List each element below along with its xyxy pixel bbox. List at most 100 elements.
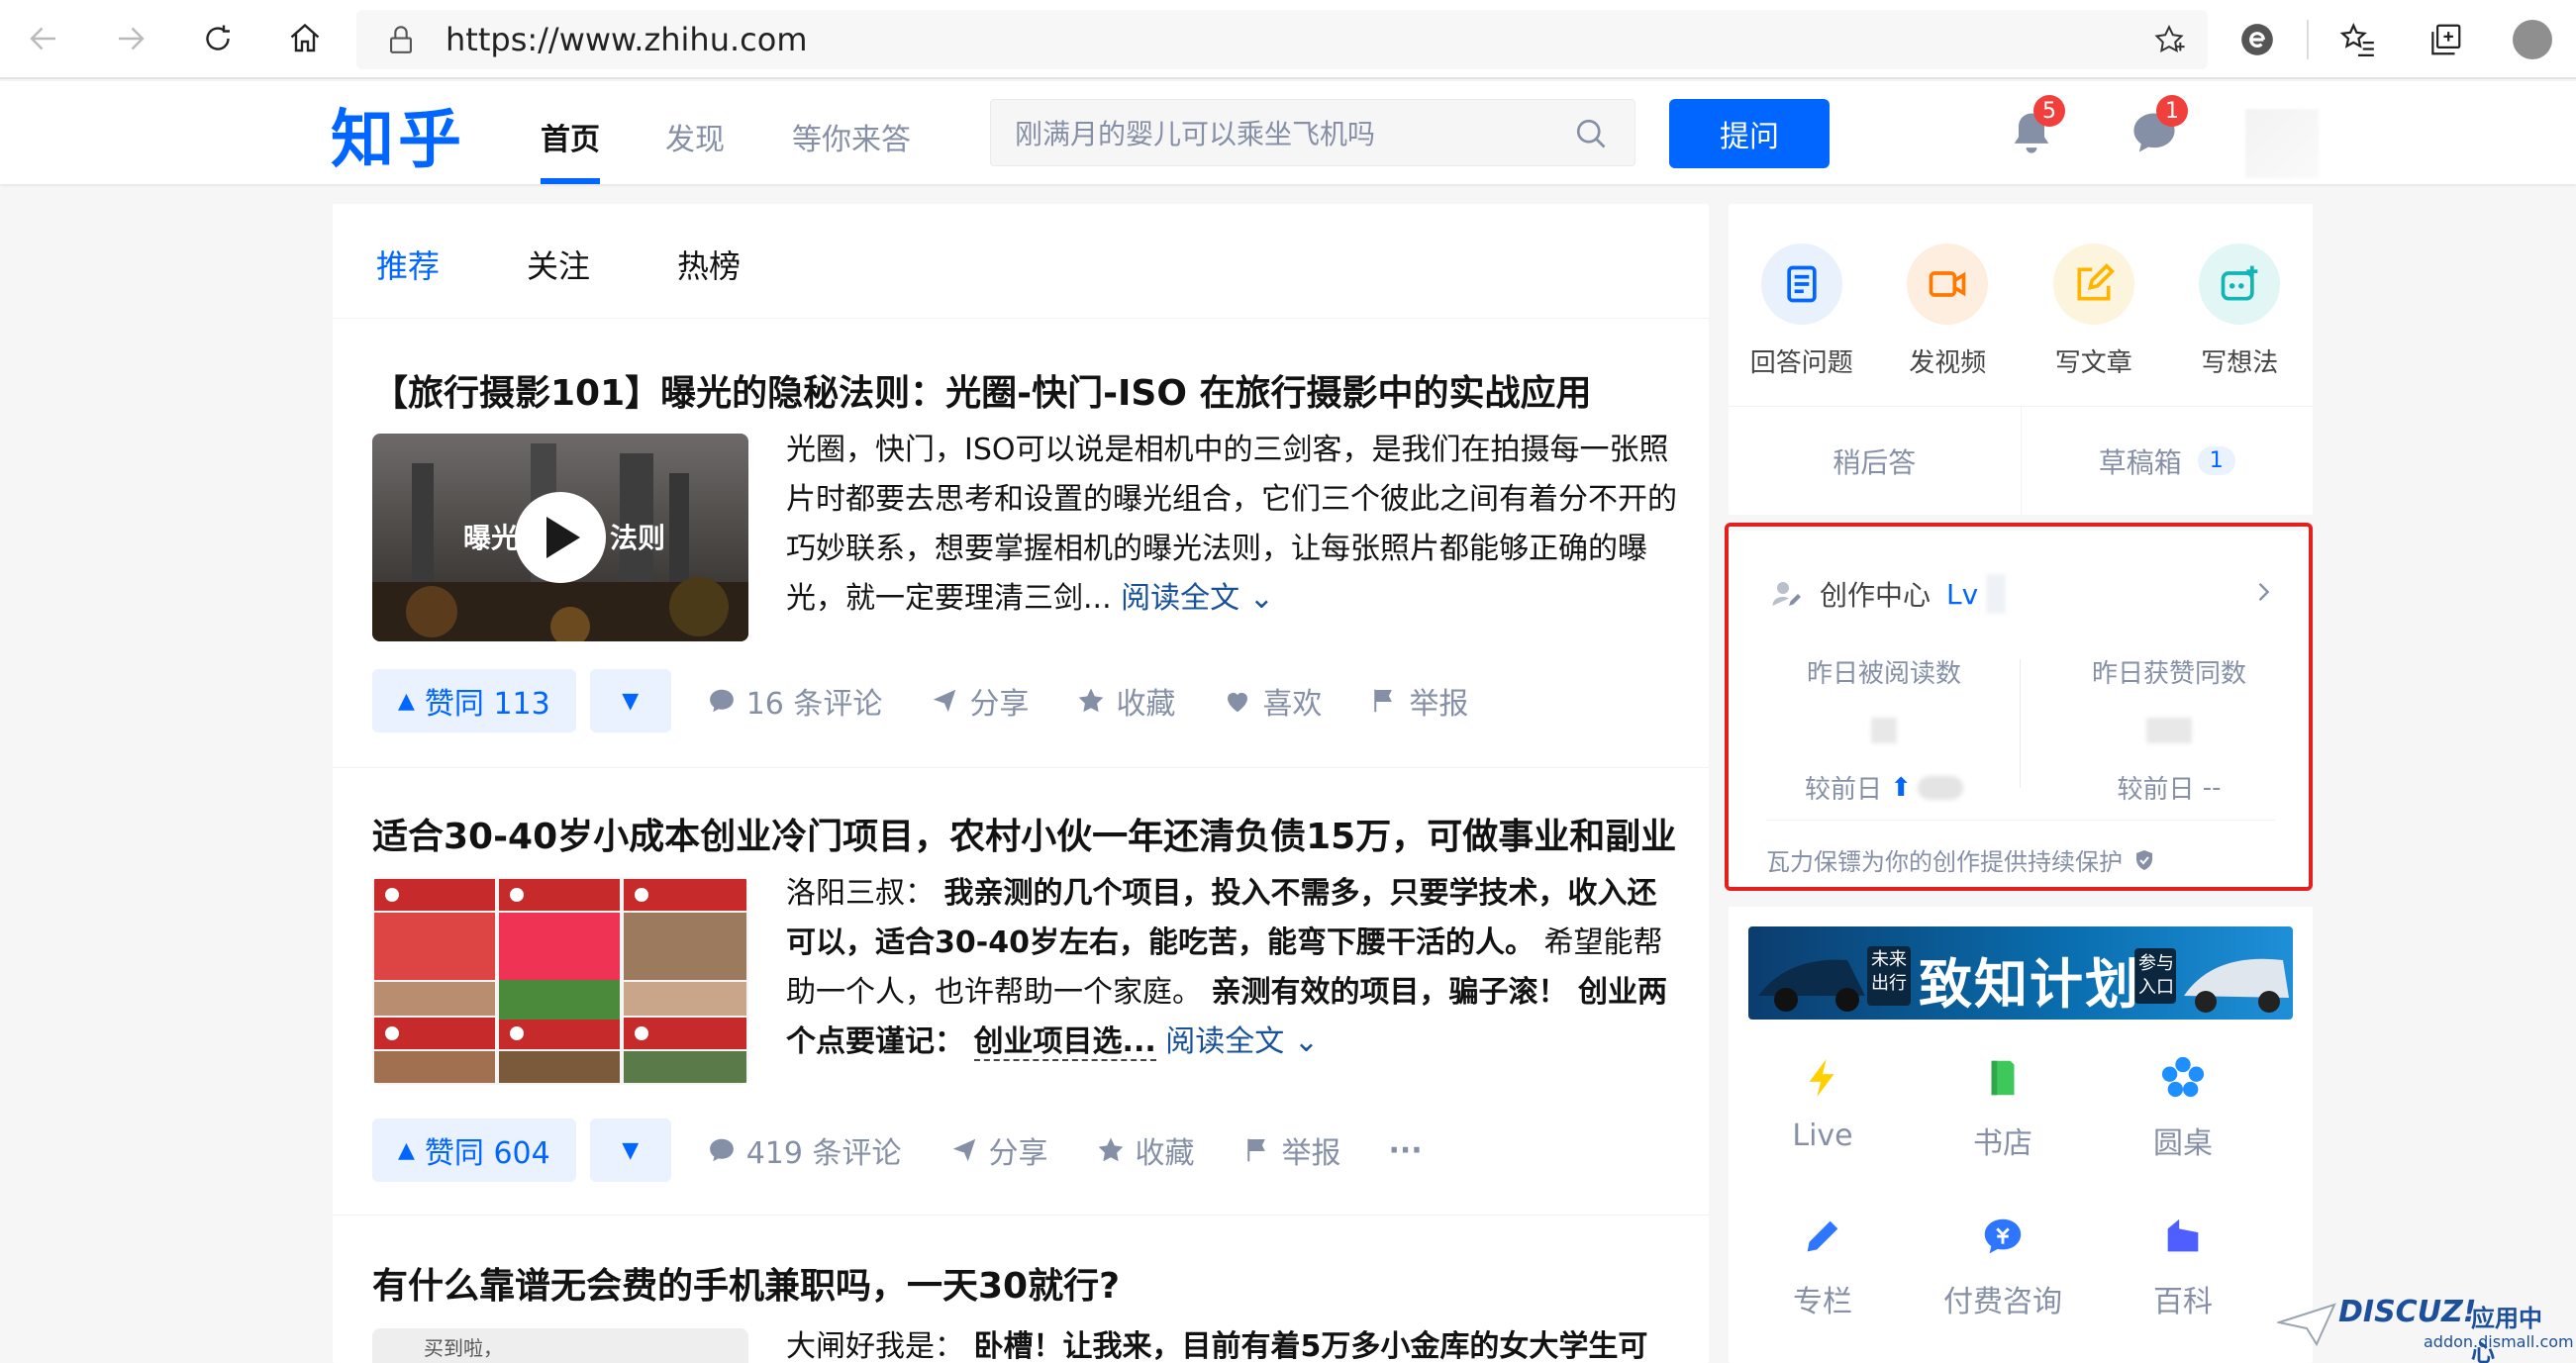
watermark-domain: addon.dismall.com — [2424, 1332, 2574, 1351]
like-button[interactable]: 喜欢 — [1223, 679, 1322, 723]
user-avatar[interactable] — [2245, 109, 2319, 178]
favorite-button[interactable]: 收藏 — [1076, 679, 1175, 723]
video-grid-image — [372, 877, 748, 1085]
app-label: 百科 — [2153, 1285, 2213, 1319]
upvote-button[interactable]: ▲ 赞同 604 — [372, 1119, 576, 1182]
item-excerpt[interactable]: 大闸好我是： 卧槽！让我来，目前有着5万多小金库的女大学生可 — [786, 1322, 1677, 1363]
pen-icon — [1807, 1220, 1838, 1252]
item-excerpt[interactable]: 光圈，快门，ISO可以说是相机中的三剑客，是我们在拍摄每一张照片时都要去思考和设… — [786, 426, 1677, 624]
app-live[interactable]: Live — [1729, 1055, 1917, 1153]
app-label: Live — [1792, 1119, 1853, 1153]
read-more-link[interactable]: 阅读全文 ⌄ — [1165, 1024, 1319, 1059]
downvote-button[interactable]: ▼ — [589, 669, 671, 732]
comment-icon — [709, 1138, 734, 1162]
app-encyclopedia[interactable]: 百科 — [2089, 1214, 2277, 1320]
ask-question-button[interactable]: 提问 — [1669, 99, 1830, 168]
forward-button[interactable] — [87, 0, 174, 78]
tab-discover[interactable]: 发现 — [665, 115, 725, 158]
item-excerpt[interactable]: 洛阳三叔： 我亲测的几个项目，投入不需多，只要学技术，收入还可以，适合30-40… — [786, 869, 1677, 1067]
item-title[interactable]: 【旅行摄影101】曝光的隐秘法则：光圈-快门-ISO 在旅行摄影中的实战应用 — [372, 364, 1592, 416]
idea-icon — [2221, 265, 2258, 301]
extension-e-icon — [2241, 24, 2273, 55]
drafts-button[interactable]: 草稿箱 1 — [2020, 407, 2314, 515]
triangle-down-icon: ▼ — [622, 688, 640, 714]
search-icon[interactable] — [1573, 116, 1609, 151]
feed-tab-recommend[interactable]: 推荐 — [376, 242, 440, 287]
chevron-down-icon: ⌄ — [1248, 581, 1274, 616]
zhihu-logo[interactable]: 知乎 — [331, 89, 465, 180]
promo-banner[interactable]: 未来 出行 致知计划 参与 入口 — [1748, 926, 2293, 1020]
item-title[interactable]: 有什么靠谱无会费的手机兼职吗，一天30就行? — [372, 1257, 1120, 1309]
write-article-button[interactable]: 写文章 — [2025, 243, 2163, 379]
tab-waiting-answers[interactable]: 等你来答 — [792, 115, 911, 158]
share-icon — [934, 689, 956, 713]
arrow-right-icon — [119, 27, 145, 50]
drafts-label: 草稿箱 — [2098, 445, 2182, 479]
write-icon — [2077, 263, 2115, 301]
upvote-button[interactable]: ▲ 赞同 113 — [372, 669, 576, 732]
triangle-up-icon: ▲ — [398, 688, 415, 714]
upvote-label: 赞同 604 — [424, 1136, 550, 1171]
collections-button[interactable] — [2402, 0, 2489, 79]
profile-button[interactable] — [2489, 0, 2576, 79]
active-tab-indicator — [541, 178, 600, 184]
post-video-button[interactable]: 发视频 — [1878, 243, 2017, 379]
watermark-sub: 应用中心 — [2471, 1305, 2542, 1363]
extension-button[interactable] — [2214, 0, 2301, 79]
app-bookstore[interactable]: 书店 — [1909, 1055, 2097, 1162]
favorite-button[interactable]: 收藏 — [1096, 1128, 1195, 1172]
image-thumbnail[interactable]: 买到啦， — [372, 1328, 748, 1363]
item-title[interactable]: 适合30-40岁小成本创业冷门项目，农村小伙一年还清负债15万，可做事业和副业 — [372, 808, 1676, 859]
write-idea-button[interactable]: 写想法 — [2170, 243, 2309, 379]
banner-tag: 参与 入口 — [2138, 952, 2174, 1000]
star-icon — [1098, 1137, 1123, 1162]
create-actions: 回答问题 发视频 写文章 写想法 — [1729, 243, 2313, 379]
read-more-label: 阅读全文 — [1165, 1024, 1285, 1059]
heart-icon — [1228, 692, 1248, 713]
app-column[interactable]: 专栏 — [1729, 1214, 1917, 1320]
tab-home[interactable]: 首页 — [541, 115, 600, 158]
city-night-image — [372, 434, 748, 641]
refresh-button[interactable] — [174, 0, 261, 78]
read-more-link[interactable]: 阅读全文 ⌄ — [1121, 581, 1274, 616]
answer-question-button[interactable]: 回答问题 — [1733, 243, 1871, 379]
address-bar[interactable]: https://www.zhihu.com — [356, 10, 2208, 69]
share-icon — [952, 1138, 975, 1162]
favorite-star-icon[interactable] — [2152, 23, 2186, 56]
video-thumbnail[interactable]: 曝光 法则 — [372, 434, 748, 641]
toolbar-separator — [2307, 20, 2309, 59]
feed-tab-follow[interactable]: 关注 — [527, 242, 590, 287]
share-button[interactable]: 分享 — [949, 1128, 1048, 1172]
action-label: 发视频 — [1909, 348, 1987, 378]
comment-button[interactable]: 16 条评论 — [707, 679, 882, 723]
answer-later-button[interactable]: 稍后答 — [1729, 407, 2021, 515]
back-button[interactable] — [0, 0, 87, 78]
flag-icon — [1246, 1138, 1265, 1162]
report-label: 举报 — [1281, 1136, 1341, 1171]
comment-button[interactable]: 419 条评论 — [707, 1128, 902, 1172]
app-paid-consult[interactable]: 付费咨询 — [1909, 1214, 2097, 1320]
more-button[interactable]: ··· — [1389, 1133, 1423, 1168]
item-actions: ▲ 赞同 113 ▼ 16 条评论 分享 收藏 喜欢 举报 — [372, 669, 1516, 732]
app-roundtable[interactable]: 圆桌 — [2089, 1055, 2277, 1162]
favorites-list-icon — [2339, 23, 2374, 56]
like-label: 喜欢 — [1262, 687, 1323, 722]
report-button[interactable]: 举报 — [1242, 1128, 1341, 1172]
image-thumbnail[interactable] — [372, 877, 748, 1085]
feed-tab-hot[interactable]: 热榜 — [677, 242, 741, 287]
write-icon-circle — [2052, 243, 2134, 325]
downvote-button[interactable]: ▼ — [589, 1119, 671, 1182]
home-button[interactable] — [261, 0, 348, 78]
consult-icon — [1984, 1218, 2022, 1254]
triangle-down-icon: ▼ — [622, 1137, 640, 1163]
more-dots-icon: ··· — [1388, 1132, 1423, 1168]
report-button[interactable]: 举报 — [1369, 679, 1468, 723]
share-button[interactable]: 分享 — [930, 679, 1029, 723]
action-label: 写文章 — [2054, 348, 2132, 378]
comment-count: 419 条评论 — [745, 1136, 902, 1171]
favorites-button[interactable] — [2315, 0, 2402, 79]
lightning-icon — [1809, 1058, 1834, 1098]
notification-badge: 5 — [2033, 95, 2065, 127]
excerpt-text: 大闸好我是： — [786, 1329, 964, 1363]
search-input[interactable] — [1015, 114, 1569, 153]
